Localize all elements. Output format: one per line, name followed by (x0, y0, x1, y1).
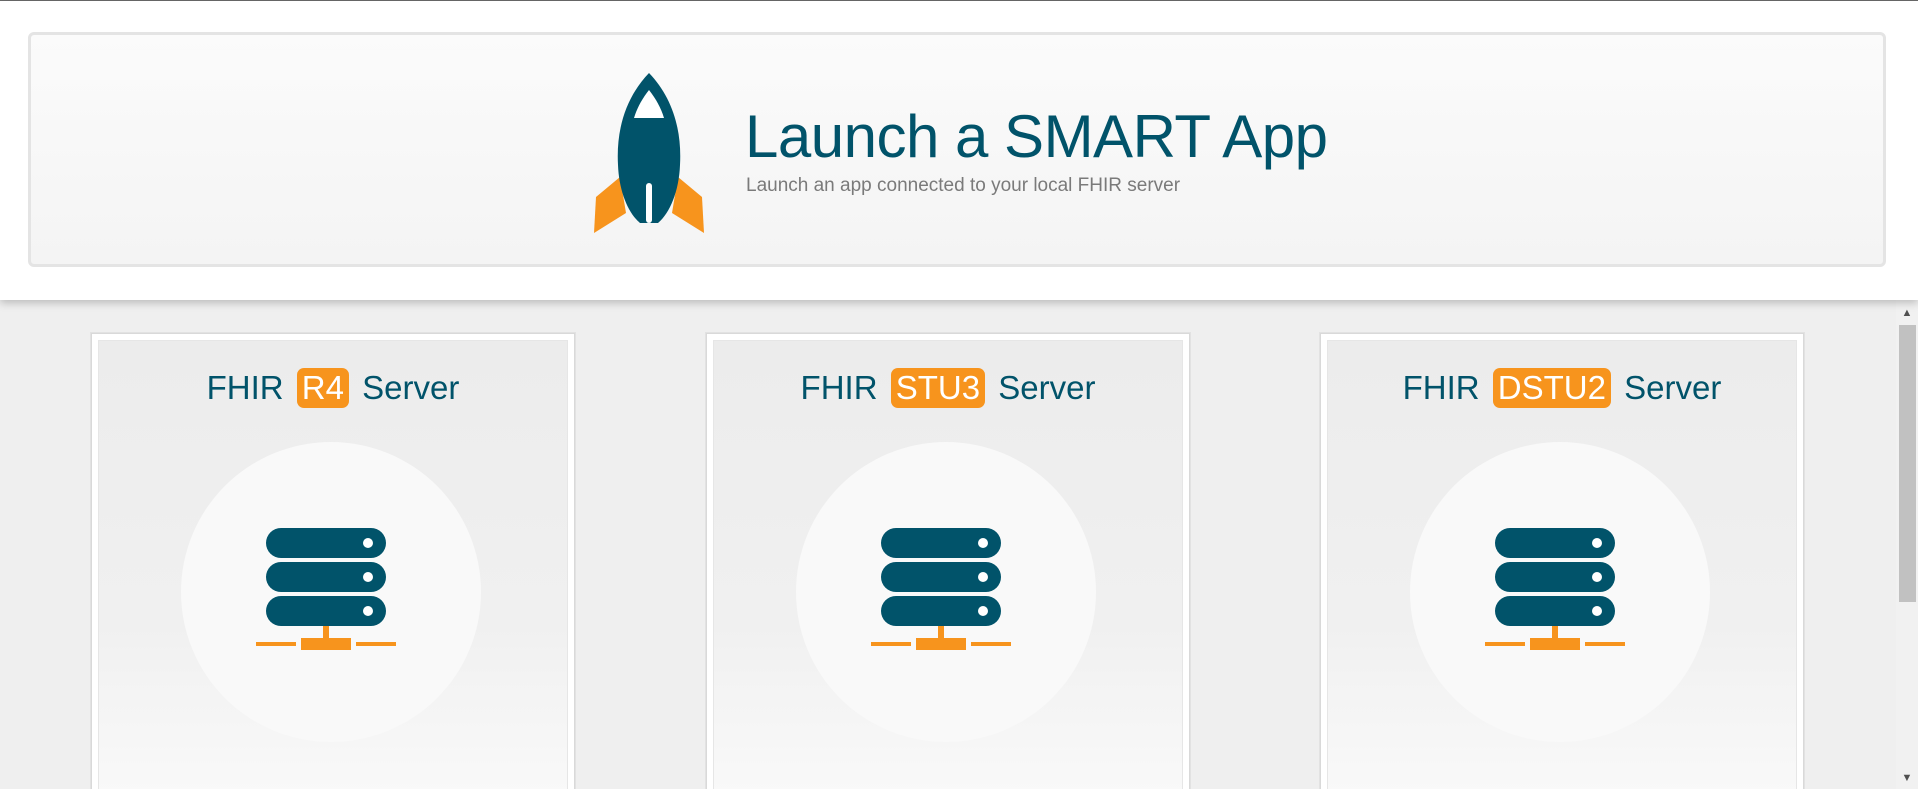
version-badge: STU3 (890, 368, 986, 408)
card-title: FHIR DSTU2 Server (1323, 366, 1801, 410)
card-title-prefix: FHIR (1402, 369, 1480, 406)
card-title-suffix: Server (998, 369, 1096, 406)
card-title: FHIR R4 Server (94, 366, 572, 410)
page: Launch a SMART App Launch an app connect… (0, 0, 1918, 789)
version-badge: DSTU2 (1492, 368, 1611, 408)
page-title: Launch a SMART App (745, 103, 1328, 170)
server-card-r4[interactable]: FHIR R4 Server (91, 333, 575, 789)
scrollbar-thumb[interactable] (1899, 325, 1916, 602)
card-title-suffix: Server (362, 369, 460, 406)
server-icon (256, 528, 396, 650)
server-icon (871, 528, 1011, 650)
arrow-down-icon[interactable]: ▼ (1896, 769, 1918, 787)
server-list: FHIR R4 Server FHIR STU3 Server FHIR DST… (0, 300, 1896, 789)
server-card-stu3[interactable]: FHIR STU3 Server (706, 333, 1190, 789)
server-icon-circle (1410, 442, 1710, 742)
rocket-icon (594, 73, 704, 233)
card-title-prefix: FHIR (206, 369, 284, 406)
version-badge: R4 (296, 368, 349, 408)
server-icon (1485, 528, 1625, 650)
card-title-prefix: FHIR (800, 369, 878, 406)
scrollbar[interactable]: ▲ ▼ (1896, 300, 1918, 789)
server-card-dstu2[interactable]: FHIR DSTU2 Server (1320, 333, 1804, 789)
title-block: Launch a SMART App Launch an app connect… (745, 101, 1328, 197)
card-title-suffix: Server (1624, 369, 1722, 406)
card-title: FHIR STU3 Server (709, 366, 1187, 410)
server-icon-circle (796, 442, 1096, 742)
header: Launch a SMART App Launch an app connect… (0, 1, 1918, 300)
page-subtitle: Launch an app connected to your local FH… (746, 175, 1181, 196)
server-icon-circle (181, 442, 481, 742)
arrow-up-icon[interactable]: ▲ (1896, 304, 1918, 322)
